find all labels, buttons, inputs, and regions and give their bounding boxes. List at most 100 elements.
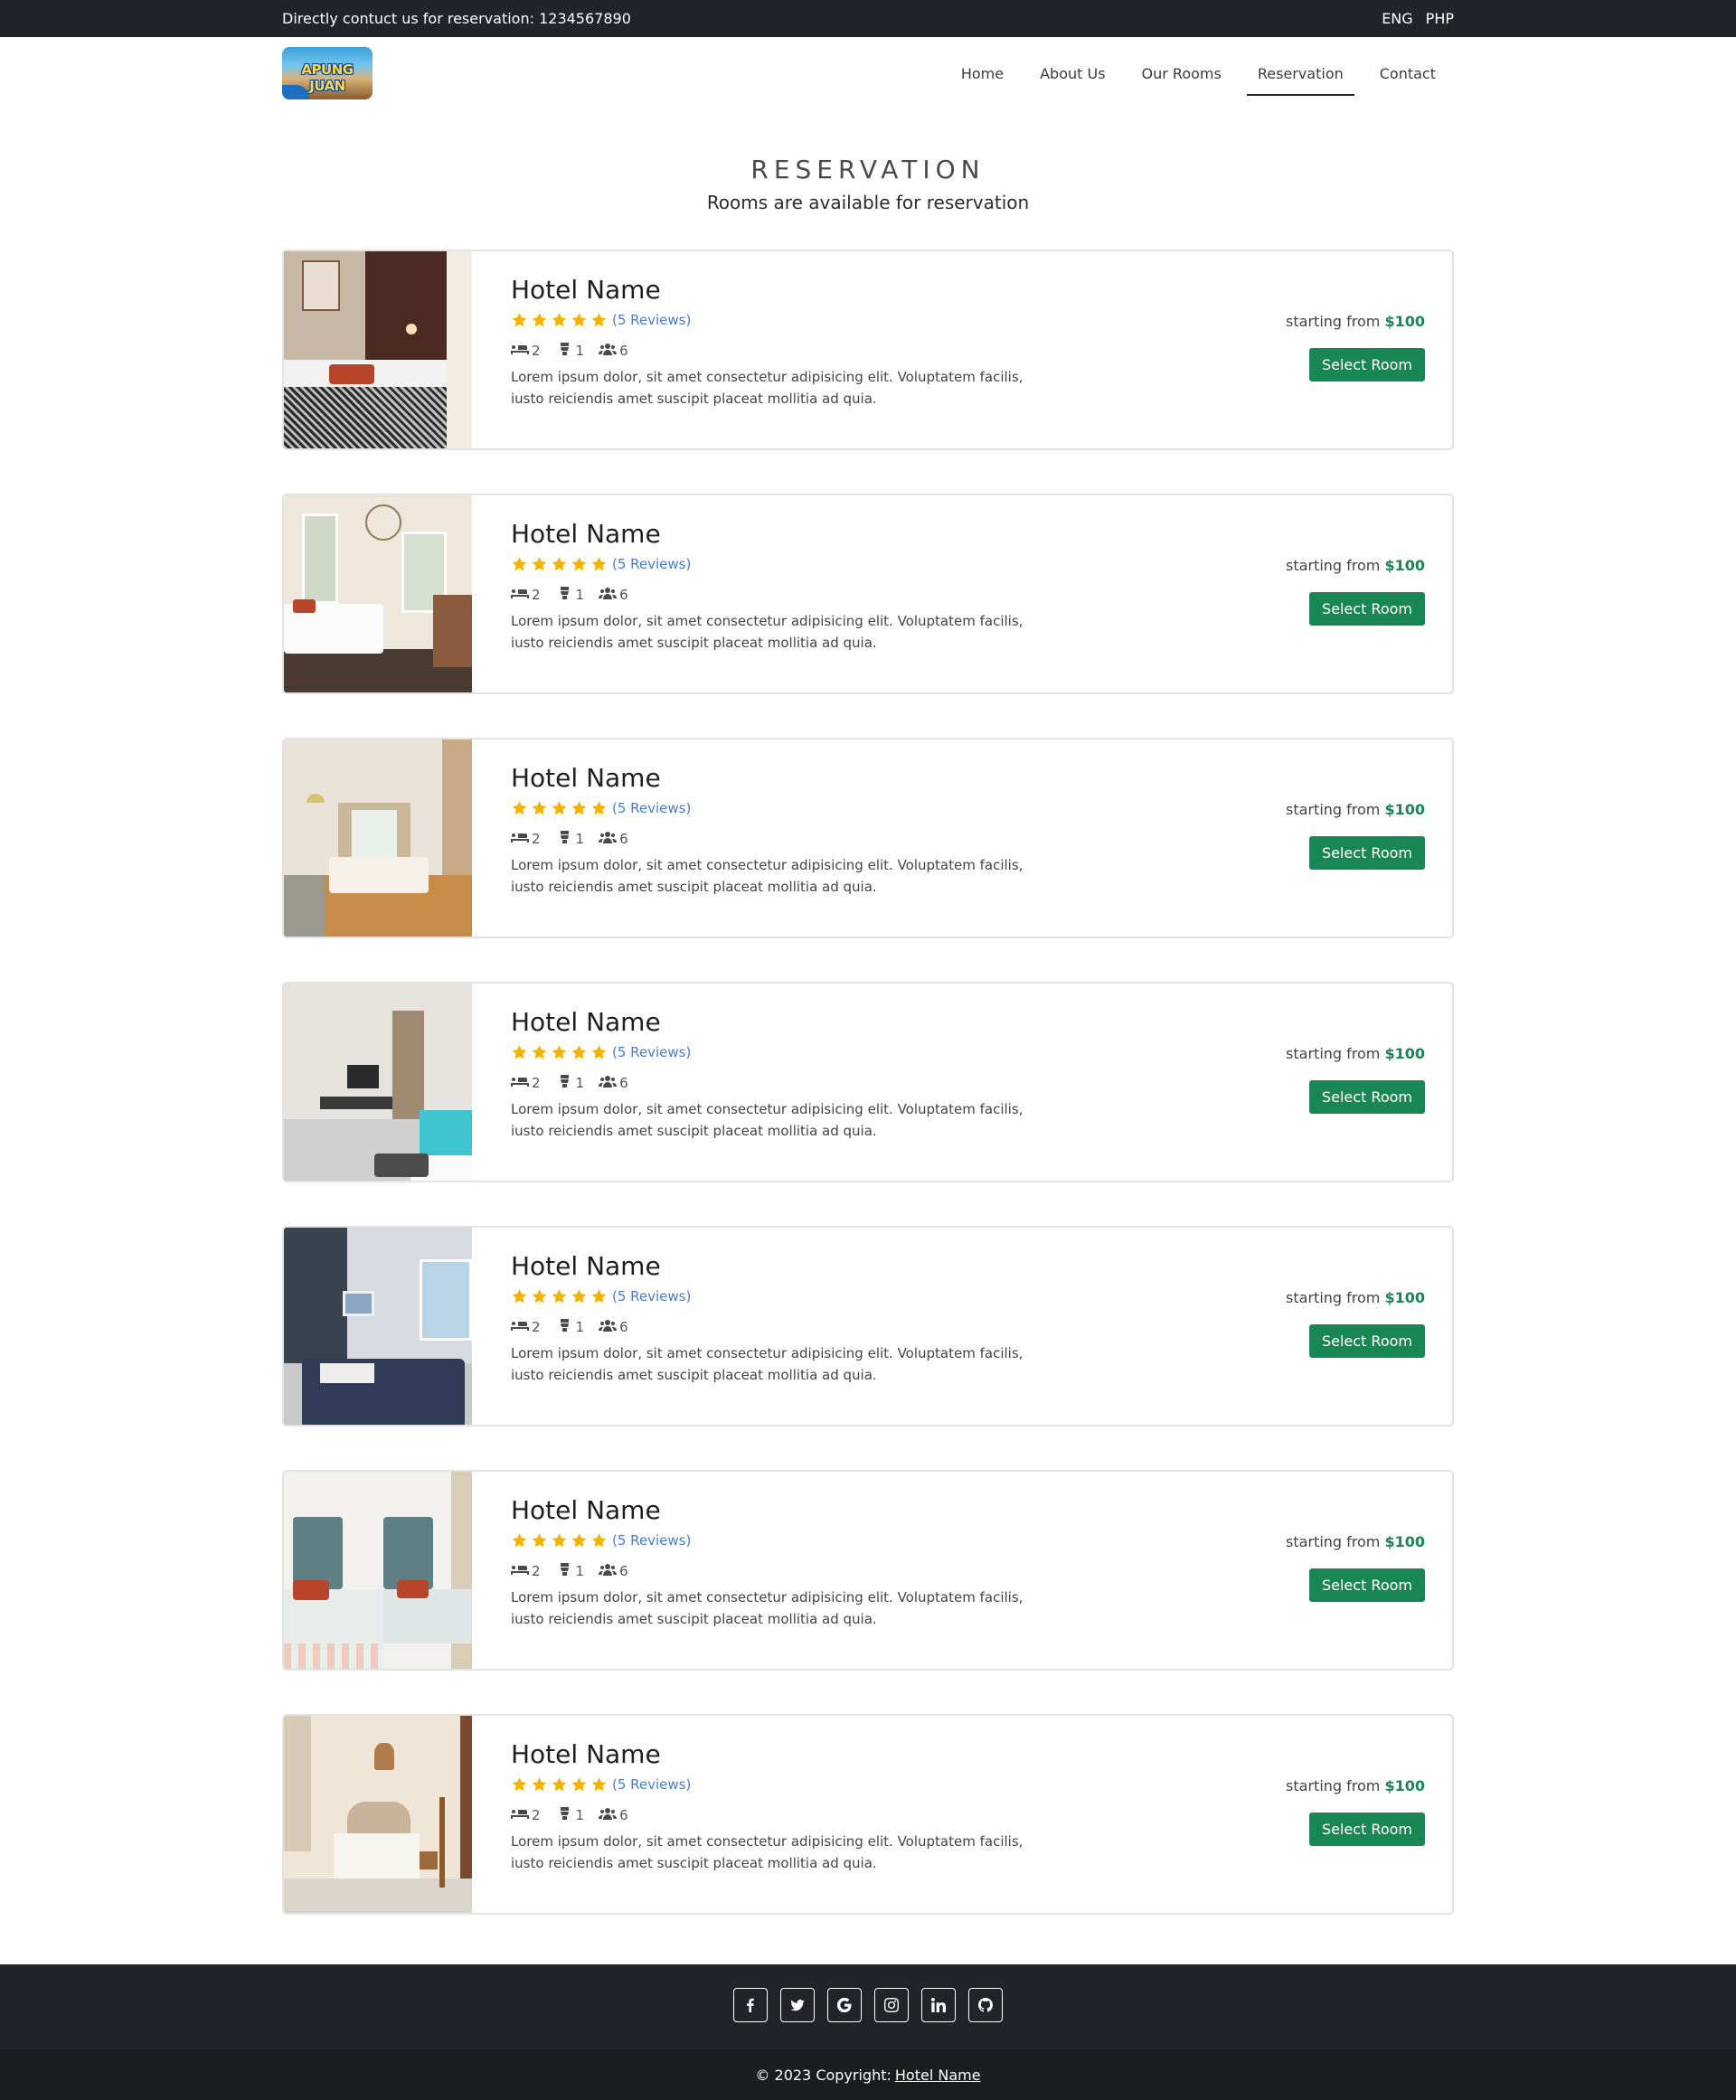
nav-contact[interactable]: Contact — [1362, 37, 1454, 109]
select-room-button[interactable]: Select Room — [1308, 1568, 1425, 1602]
star-icon — [571, 1289, 587, 1304]
facebook-icon[interactable] — [733, 1988, 768, 2022]
star-icon — [512, 1777, 527, 1792]
hotel-name[interactable]: Hotel Name — [511, 1251, 1090, 1281]
bed-icon — [511, 343, 529, 359]
room-card: Hotel Name (5 Reviews) 2 1 6 Lorem ipsum… — [282, 738, 1454, 938]
select-room-button[interactable]: Select Room — [1308, 348, 1425, 381]
hotel-name[interactable]: Hotel Name — [511, 275, 1090, 305]
github-icon[interactable] — [968, 1988, 1003, 2022]
baths-count: 1 — [575, 587, 585, 603]
hotel-name[interactable]: Hotel Name — [511, 519, 1090, 549]
baths-count: 1 — [575, 1563, 585, 1579]
star-rating: (5 Reviews) — [511, 1044, 1090, 1060]
star-icon — [591, 1289, 607, 1304]
baths-amenity: 1 — [555, 831, 584, 847]
room-card-body: Hotel Name (5 Reviews) 2 1 6 Lorem ipsum… — [472, 984, 1452, 1181]
room-info: Hotel Name (5 Reviews) 2 1 6 Lorem ipsum… — [511, 763, 1090, 937]
room-photo — [284, 1228, 472, 1425]
toilet-icon — [555, 1807, 573, 1823]
room-description-line-2: iusto reiciendis amet suscipit placeat m… — [511, 1123, 877, 1139]
beds-count: 2 — [532, 831, 541, 847]
language-switcher: ENG PHP — [1382, 10, 1454, 27]
reviews-link[interactable]: (5 Reviews) — [612, 800, 691, 816]
star-icon — [591, 1777, 607, 1792]
users-icon — [599, 587, 618, 603]
guests-amenity: 6 — [599, 587, 628, 603]
star-icon — [552, 1777, 567, 1792]
star-icon — [552, 557, 567, 571]
nav-home[interactable]: Home — [943, 37, 1022, 109]
social-links — [0, 1964, 1736, 2022]
star-icon — [571, 1045, 587, 1059]
instagram-icon[interactable] — [874, 1988, 909, 2022]
main-navbar: APUNG JUAN Home About Us Our Rooms Reser… — [0, 37, 1736, 109]
nav-links: Home About Us Our Rooms Reservation Cont… — [943, 37, 1454, 109]
twitter-icon[interactable] — [780, 1988, 815, 2022]
hotel-name[interactable]: Hotel Name — [511, 1739, 1090, 1769]
star-icon — [591, 801, 607, 815]
star-icon — [532, 1533, 547, 1548]
select-room-button[interactable]: Select Room — [1308, 592, 1425, 626]
select-room-button[interactable]: Select Room — [1308, 1080, 1425, 1114]
reviews-link[interactable]: (5 Reviews) — [612, 1044, 691, 1060]
star-icon — [571, 313, 587, 327]
site-logo[interactable]: APUNG JUAN — [282, 47, 373, 99]
toilet-icon — [555, 831, 573, 847]
nav-about-us[interactable]: About Us — [1022, 37, 1123, 109]
google-icon[interactable] — [827, 1988, 862, 2022]
price-line: starting from $100 — [1286, 801, 1425, 818]
language-php[interactable]: PHP — [1426, 10, 1454, 27]
room-info: Hotel Name (5 Reviews) 2 1 6 Lorem ipsum… — [511, 275, 1090, 448]
reviews-link[interactable]: (5 Reviews) — [612, 1288, 691, 1304]
select-room-button[interactable]: Select Room — [1308, 1813, 1425, 1846]
language-eng[interactable]: ENG — [1382, 10, 1412, 27]
linkedin-icon[interactable] — [921, 1988, 956, 2022]
room-description: Lorem ipsum dolor, sit amet consectetur … — [511, 1831, 1090, 1874]
star-icon — [512, 801, 527, 815]
page-header: RESERVATION Rooms are available for rese… — [0, 155, 1736, 213]
star-rating: (5 Reviews) — [511, 556, 1090, 572]
room-description-line-2: iusto reiciendis amet suscipit placeat m… — [511, 391, 877, 407]
nav-reservation[interactable]: Reservation — [1240, 37, 1362, 109]
beds-amenity: 2 — [511, 587, 541, 603]
price-label: starting from — [1286, 1777, 1381, 1794]
price-column: starting from $100 Select Room — [1286, 763, 1425, 937]
reviews-link[interactable]: (5 Reviews) — [612, 556, 691, 572]
reviews-link[interactable]: (5 Reviews) — [612, 1532, 691, 1549]
hotel-name[interactable]: Hotel Name — [511, 1007, 1090, 1037]
price-label: starting from — [1286, 801, 1381, 818]
star-rating: (5 Reviews) — [511, 1532, 1090, 1549]
price-label: starting from — [1286, 1533, 1381, 1550]
hotel-name[interactable]: Hotel Name — [511, 1495, 1090, 1525]
star-icon — [512, 1533, 527, 1548]
room-card-body: Hotel Name (5 Reviews) 2 1 6 Lorem ipsum… — [472, 495, 1452, 692]
room-card-body: Hotel Name (5 Reviews) 2 1 6 Lorem ipsum… — [472, 251, 1452, 448]
room-info: Hotel Name (5 Reviews) 2 1 6 Lorem ipsum… — [511, 519, 1090, 692]
copyright-link[interactable]: Hotel Name — [895, 2067, 981, 2084]
star-icon — [512, 557, 527, 571]
price-value: $100 — [1384, 801, 1425, 818]
select-room-button[interactable]: Select Room — [1308, 836, 1425, 870]
price-line: starting from $100 — [1286, 313, 1425, 330]
baths-amenity: 1 — [555, 1075, 584, 1091]
price-value: $100 — [1384, 1289, 1425, 1306]
star-icon — [571, 801, 587, 815]
room-info: Hotel Name (5 Reviews) 2 1 6 Lorem ipsum… — [511, 1495, 1090, 1669]
reviews-link[interactable]: (5 Reviews) — [612, 1776, 691, 1793]
star-icon — [532, 1045, 547, 1059]
baths-count: 1 — [575, 1319, 585, 1335]
guests-amenity: 6 — [599, 1075, 628, 1091]
room-description-line-1: Lorem ipsum dolor, sit amet consectetur … — [511, 857, 1024, 873]
bed-icon — [511, 1807, 529, 1823]
reviews-link[interactable]: (5 Reviews) — [612, 312, 691, 328]
nav-our-rooms[interactable]: Our Rooms — [1124, 37, 1240, 109]
star-icon — [552, 1289, 567, 1304]
room-description: Lorem ipsum dolor, sit amet consectetur … — [511, 854, 1090, 898]
guests-count: 6 — [619, 587, 628, 603]
room-description-line-1: Lorem ipsum dolor, sit amet consectetur … — [511, 1833, 1024, 1850]
room-card: Hotel Name (5 Reviews) 2 1 6 Lorem ipsum… — [282, 1226, 1454, 1427]
hotel-name[interactable]: Hotel Name — [511, 763, 1090, 793]
select-room-button[interactable]: Select Room — [1308, 1324, 1425, 1358]
page-subtitle: Rooms are available for reservation — [706, 192, 1030, 213]
